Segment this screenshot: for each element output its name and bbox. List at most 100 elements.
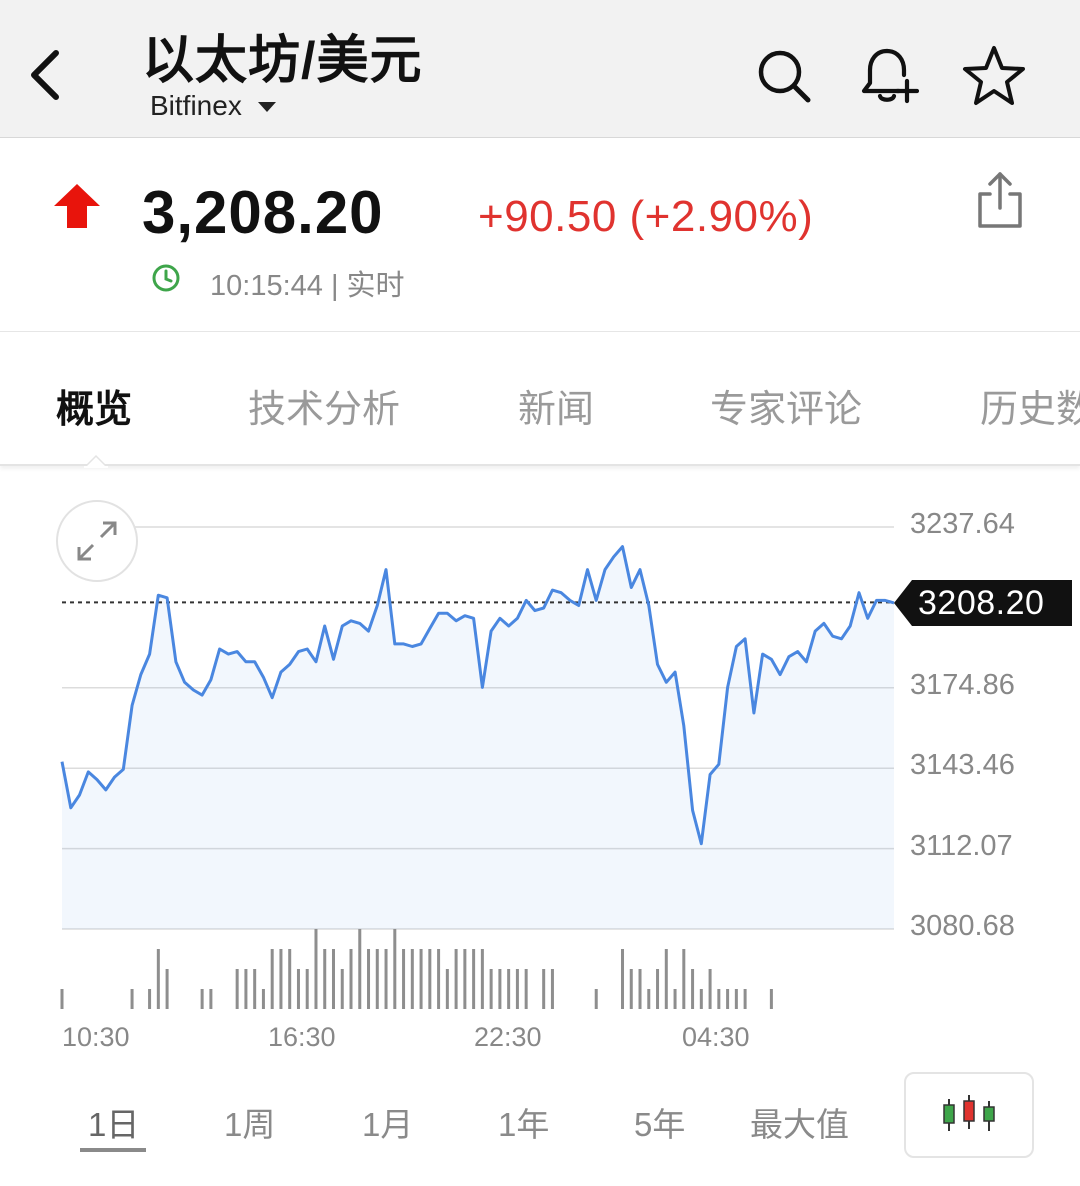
range-1m[interactable]: 1月 (362, 1098, 413, 1146)
candlestick-toggle-button[interactable] (904, 1072, 1034, 1158)
volume-bar (629, 969, 633, 1009)
volume-bar (498, 969, 502, 1009)
expand-icon (77, 521, 117, 561)
tab-technical[interactable]: 技术分析 (248, 378, 400, 433)
volume-bar (402, 949, 406, 1009)
share-icon (978, 172, 1022, 228)
volume-bar (296, 969, 300, 1009)
volume-bar (638, 969, 642, 1009)
volume-bar (305, 969, 309, 1009)
volume-bar (726, 989, 730, 1009)
price-chart: 3237.64 3174.86 3143.46 3112.07 3080.68 … (0, 468, 1080, 1068)
range-max[interactable]: 最大值 (750, 1098, 849, 1146)
exchange-label: Bitfinex (150, 90, 242, 121)
volume-bar (148, 989, 152, 1009)
y-axis-label: 3237.64 (910, 508, 1015, 540)
volume-bar (445, 969, 449, 1009)
y-axis-label: 3080.68 (910, 910, 1015, 942)
volume-bar (393, 929, 397, 1009)
range-1d[interactable]: 1日 (88, 1098, 139, 1146)
volume-bar (507, 969, 511, 1009)
volume-bar (200, 989, 204, 1009)
favorite-button[interactable] (962, 44, 1026, 108)
volume-bar (384, 949, 388, 1009)
volume-bar (367, 949, 371, 1009)
bell-plus-icon (861, 48, 919, 104)
volume-bar (244, 969, 248, 1009)
volume-bar (524, 969, 528, 1009)
tab-bar: 概览 技术分析 新闻 专家评论 历史数据 (0, 332, 1080, 466)
app-header: 以太坊/美元 Bitfinex (0, 0, 1080, 138)
last-price: 3,208.20 (142, 179, 384, 246)
candlestick-icon (943, 1095, 995, 1131)
volume-bar (769, 989, 773, 1009)
volume-bar (480, 949, 484, 1009)
share-button[interactable] (968, 168, 1032, 232)
x-axis-label: 22:30 (474, 1022, 542, 1052)
volume-bar (489, 969, 493, 1009)
volume-bar (410, 949, 414, 1009)
volume-bar (349, 949, 353, 1009)
clock-icon (152, 264, 180, 292)
y-axis-label: 3174.86 (910, 669, 1015, 701)
volume-bar (454, 949, 458, 1009)
volume-bar (550, 969, 554, 1009)
back-chevron-icon (31, 50, 59, 100)
tab-news[interactable]: 新闻 (518, 378, 594, 433)
volume-bar (621, 949, 625, 1009)
range-1y[interactable]: 1年 (498, 1098, 549, 1146)
volume-bar (647, 989, 651, 1009)
volume-bar (743, 989, 747, 1009)
tab-overview[interactable]: 概览 (56, 378, 132, 433)
y-axis-label: 3143.46 (910, 749, 1015, 781)
up-arrow-icon (54, 184, 100, 228)
quote-time: 10:15:44 | 实时 (210, 270, 405, 302)
volume-bar (235, 969, 239, 1009)
volume-bar (673, 989, 677, 1009)
volume-bar (314, 929, 318, 1009)
volume-bar (331, 949, 335, 1009)
volume-bar (419, 949, 423, 1009)
active-tab-indicator (84, 454, 108, 468)
alert-button[interactable] (856, 44, 920, 108)
volume-bar (209, 989, 213, 1009)
volume-bar (340, 969, 344, 1009)
volume-bar (130, 989, 134, 1009)
volume-bar (261, 989, 265, 1009)
x-axis-label: 16:30 (268, 1022, 336, 1052)
tab-analysis[interactable]: 专家评论 (710, 378, 862, 433)
volume-bar (288, 949, 292, 1009)
expand-chart-button[interactable] (56, 500, 138, 582)
volume-bar (165, 969, 169, 1009)
current-price-label: 3208.20 (918, 584, 1045, 622)
volume-bar (437, 949, 441, 1009)
tab-history[interactable]: 历史数据 (980, 378, 1080, 433)
volume-bar (594, 989, 598, 1009)
volume-bar (472, 949, 476, 1009)
volume-bar (358, 929, 362, 1009)
volume-bar (699, 989, 703, 1009)
search-icon (758, 50, 811, 103)
volume-bar (156, 949, 160, 1009)
volume-bar (717, 989, 721, 1009)
volume-bar (682, 949, 686, 1009)
exchange-selector[interactable]: Bitfinex (150, 90, 276, 122)
range-selector: 1日 1周 1月 1年 5年 最大值 (0, 1068, 1080, 1186)
volume-bar (656, 969, 660, 1009)
price-change: +90.50 (+2.90%) (478, 192, 814, 241)
volume-bar (253, 969, 257, 1009)
volume-bar (691, 969, 695, 1009)
range-1w[interactable]: 1周 (224, 1098, 275, 1146)
star-icon (963, 46, 1025, 105)
price-area-fill (62, 546, 894, 929)
caret-down-icon (257, 102, 276, 112)
volume-bar (428, 949, 432, 1009)
range-5y[interactable]: 5年 (634, 1098, 685, 1146)
volume-bar (664, 949, 668, 1009)
volume-bar (270, 949, 274, 1009)
search-button[interactable] (752, 44, 816, 108)
y-axis-label: 3112.07 (910, 830, 1013, 862)
back-button[interactable] (14, 40, 74, 110)
volume-bar (734, 989, 738, 1009)
x-axis-label: 10:30 (62, 1022, 130, 1052)
